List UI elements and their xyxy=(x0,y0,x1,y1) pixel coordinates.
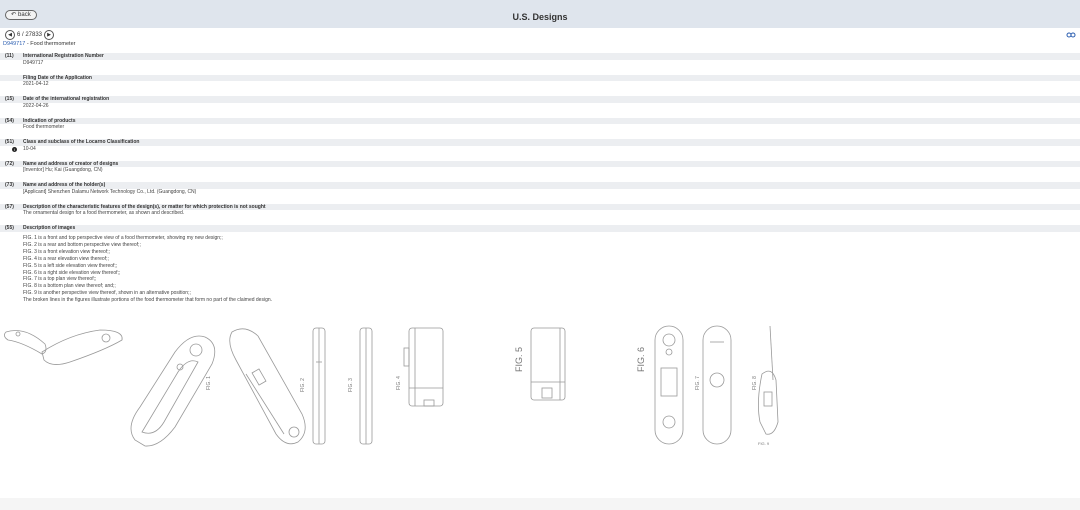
figure-2-label: FIG. 2 xyxy=(300,378,306,392)
figure-6-label: FIG. 6 xyxy=(636,347,646,372)
record-subtitle: D949717 - Food thermometer xyxy=(3,41,75,47)
folded-thermometer-drawing xyxy=(4,329,123,365)
section-value: [Inventor] Hu; Kai (Guangdong, CN) xyxy=(23,167,103,173)
section-value: 2022-04-26 xyxy=(23,102,49,109)
figure-1-drawing: FIG. 1 xyxy=(130,335,216,447)
chevron-right-icon: ▶ xyxy=(47,32,51,38)
image-description-line: FIG. 4 is a rear elevation view thereof;… xyxy=(23,255,109,262)
section-creator: (72) Name and address of creator of desig… xyxy=(0,160,1080,175)
image-description-line: The broken lines in the figures illustra… xyxy=(23,297,273,304)
image-description-line: FIG. 3 is a front elevation view thereof… xyxy=(23,248,110,255)
figure-3-label: FIG. 3 xyxy=(348,378,354,392)
image-description-line: FIG. 9 is another perspective view there… xyxy=(23,290,191,297)
figure-8-drawing: FIG. 8 FIG. 9 xyxy=(752,325,779,446)
section-indication-of-products: (54) Indication of products Food thermome… xyxy=(0,117,1080,132)
image-description-line: FIG. 5 is a left side elevation view the… xyxy=(23,262,118,269)
image-description-line: FIG. 1 is a front and top perspective vi… xyxy=(23,235,223,241)
section-label: Description of images xyxy=(23,225,76,231)
section-filing-date: Filing Date of the Application 2021-04-1… xyxy=(0,74,1080,89)
figure-4-label: FIG. 4 xyxy=(396,376,402,390)
figure-7-label: FIG. 7 xyxy=(695,376,701,390)
section-header: (55) Description of images xyxy=(0,225,1080,232)
section-code: (55) xyxy=(5,225,14,231)
figure-2-drawing: FIG. 2 xyxy=(229,328,306,445)
figure-5-drawing: FIG. 5 xyxy=(514,327,566,401)
section-international-registration-number: (11) International Registration Number D9… xyxy=(0,53,1080,67)
image-description-line: FIG. 6 is a right side elevation view th… xyxy=(23,269,121,276)
section-value: [Applicant] Shenzhen Dalamu Network Tech… xyxy=(23,188,197,195)
section-description-features: (57) Description of the characteristic fe… xyxy=(0,203,1080,218)
section-description-images: (55) Description of images xyxy=(0,225,1080,232)
top-bar: ↶ back U.S. Designs xyxy=(0,0,1080,28)
section-value: The ornamental design for a food thermom… xyxy=(23,210,185,216)
section-value: Food thermometer xyxy=(23,124,65,130)
prev-record-button[interactable]: ◀ xyxy=(5,30,15,40)
image-description-line: FIG. 7 is a top plan view thereof;; xyxy=(23,276,97,283)
figure-9-label: FIG. 9 xyxy=(758,441,770,446)
section-value: D949717 xyxy=(23,59,44,66)
figure-5-label: FIG. 5 xyxy=(514,347,524,372)
section-registration-date: (15) Date of the international registrati… xyxy=(0,96,1080,110)
link-icon[interactable] xyxy=(1066,32,1076,38)
footer xyxy=(0,498,1080,510)
image-description-line: FIG. 8 is a bottom plan view thereof; an… xyxy=(23,283,116,290)
figure-3-drawing: FIG. 3 xyxy=(312,327,354,445)
figure-6-drawing: FIG. 6 xyxy=(636,325,684,445)
figure-8-label: FIG. 8 xyxy=(752,376,758,390)
figure-7-drawing: FIG. 7 xyxy=(695,325,732,445)
figure-5-left-drawing xyxy=(403,327,444,407)
figure-1-label: FIG. 1 xyxy=(206,376,212,390)
section-value: 2021-04-12 xyxy=(23,81,49,87)
image-description-line: FIG. 2 is a rear and bottom perspective … xyxy=(23,241,141,248)
record-id-link[interactable]: D949717 xyxy=(3,41,25,47)
record-navigation: ◀ 6 / 27833 ▶ xyxy=(5,30,55,40)
section-locarno-classification: (51) Class and subclass of the Locarno Cl… xyxy=(0,139,1080,153)
record-title: - Food thermometer xyxy=(25,41,76,47)
section-holder: (73) Name and address of the holder(s) [A… xyxy=(0,182,1080,196)
patent-drawings: FIG. 1 FIG. 2 FIG. 3 FIG. 4 FIG. 5 FIG. … xyxy=(4,325,779,447)
info-icon[interactable]: i xyxy=(12,146,17,152)
record-position: 6 / 27833 xyxy=(17,32,43,38)
figure-4-drawing: FIG. 4 xyxy=(359,327,402,445)
next-record-button[interactable]: ▶ xyxy=(44,30,55,40)
chevron-left-icon: ◀ xyxy=(8,32,12,38)
classification-value: 10-04 xyxy=(23,145,36,152)
image-description-list: FIG. 1 is a front and top perspective vi… xyxy=(0,235,1080,304)
page-title: U.S. Designs xyxy=(512,12,568,22)
section-value: i 10-04 xyxy=(0,146,1080,153)
